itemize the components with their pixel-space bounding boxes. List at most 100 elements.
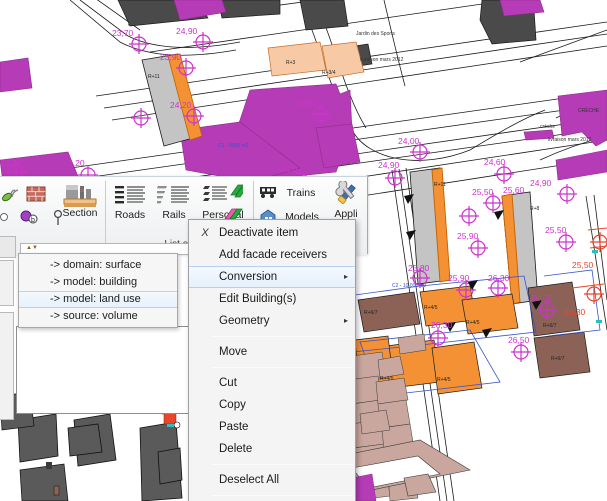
menu-separator <box>191 464 353 465</box>
menu-item-label: Move <box>219 346 248 358</box>
menu-item-deactivate-item[interactable]: X Deactivate item <box>189 222 355 244</box>
menu-item-label: Copy <box>219 399 246 411</box>
menu-item-label: Deactivate item <box>219 227 299 239</box>
sound-source-icon[interactable] <box>0 185 21 205</box>
building-tag: R+4/5 <box>424 305 438 311</box>
deactivate-x-icon: X <box>201 227 209 239</box>
elev-label: 25,90 <box>448 273 470 283</box>
section-button[interactable]: Section <box>57 183 103 219</box>
menu-item-edit-buildings[interactable]: Edit Building(s) <box>189 288 355 310</box>
elev-label: 25,60 <box>503 185 525 195</box>
elev-label: 24,20 <box>276 164 298 174</box>
menu-separator <box>191 367 353 368</box>
building-tag: R+3/4 <box>322 70 336 76</box>
map-note: C2 - 10 000 m2 <box>392 283 427 289</box>
chevron-right-icon: ▸ <box>343 316 348 325</box>
menu-item-label: Deselect All <box>219 474 280 486</box>
building-tag: R+4/5 <box>437 377 451 383</box>
left-white-panel <box>16 326 206 414</box>
building-tag: R+8 <box>530 206 540 212</box>
dropdown-item-label: -> model: land use <box>50 293 141 305</box>
object-type-dropdown[interactable]: -> domain: surface -> model: building ->… <box>18 253 178 328</box>
building-tag: R+4/5 <box>466 320 480 326</box>
map-note: livraison mars 2012 <box>360 57 404 63</box>
rails-button[interactable]: Rails <box>153 183 195 221</box>
map-note: livraison mars 2012 <box>548 137 592 143</box>
section-label: Section <box>62 207 98 219</box>
menu-item-cut[interactable]: Cut <box>189 372 355 394</box>
trains-label-wrap[interactable]: Trains <box>279 187 323 199</box>
dropdown-item-label: -> source: volume <box>50 310 138 322</box>
menu-item-delete[interactable]: Delete <box>189 438 355 460</box>
brick-wall-icon[interactable] <box>25 185 47 203</box>
elev-label-red: 26,30 <box>564 307 586 317</box>
dropdown-item-model-building[interactable]: -> model: building <box>19 274 177 291</box>
menu-item-label: Paste <box>219 421 249 433</box>
roads-label: Roads <box>114 209 146 221</box>
elev-label: 23,70 <box>112 28 134 38</box>
elev-label: 26,70 <box>531 293 553 303</box>
dropdown-item-label: -> domain: surface <box>50 259 142 271</box>
elev-label: 25,90 <box>457 231 479 241</box>
elev-label: 26,50 <box>508 335 530 345</box>
left-edge-frame-a <box>0 260 14 306</box>
menu-item-geometry[interactable]: Geometry ▸ <box>189 310 355 332</box>
elev-label: 3,20 <box>68 158 85 168</box>
dropdown-item-domain-surface[interactable]: -> domain: surface <box>19 257 177 274</box>
elev-label: 25,50 <box>472 187 494 197</box>
elev-label: 24,90 <box>530 178 552 188</box>
building-tag: R+4/5 <box>380 376 394 382</box>
appli-button[interactable]: Appli <box>325 181 367 220</box>
dropdown-item-label: -> model: building <box>50 276 138 288</box>
menu-item-add-facade-receivers[interactable]: Add facade receivers <box>189 244 355 266</box>
menu-item-label: Delete <box>219 443 253 455</box>
context-menu[interactable]: X Deactivate item Add facade receivers C… <box>188 219 356 501</box>
elev-label: 24,20 <box>170 100 192 110</box>
ribbon-separator-1 <box>105 181 106 243</box>
elev-label: 24,90 <box>176 26 198 36</box>
menu-item-label: Geometry <box>219 315 270 327</box>
elev-label: 24,60 <box>484 157 506 167</box>
map-note: crèche <box>540 124 555 130</box>
left-edge-frame-b <box>0 312 14 420</box>
dropdown-item-source-volume[interactable]: -> source: volume <box>19 308 177 325</box>
left-edge-frame-c <box>0 236 16 258</box>
menu-item-deselect-all[interactable]: Deselect All <box>189 469 355 491</box>
building-tag: R+6/7 <box>543 323 557 329</box>
elev-label: 25,80 <box>408 263 430 273</box>
list-field-arrow-icon: ▲▼ <box>26 245 38 251</box>
elev-label: 26,30 <box>488 273 510 283</box>
menu-item-label: Edit Building(s) <box>219 293 297 305</box>
menu-item-conversion[interactable]: Conversion ▸ <box>189 266 355 288</box>
svg-text:b: b <box>31 217 35 224</box>
menu-item-label: Cut <box>219 377 237 389</box>
trains-icon[interactable] <box>257 185 279 199</box>
map-note: CRÈCHE <box>578 107 600 114</box>
building-tag: R+11 <box>148 74 160 80</box>
building-tag: R+3 <box>286 60 296 66</box>
menu-separator <box>191 495 353 496</box>
dropdown-item-model-land-use[interactable]: -> model: land use <box>19 291 177 308</box>
menu-item-label: Add facade receivers <box>219 249 328 261</box>
menu-item-copy[interactable]: Copy <box>189 394 355 416</box>
trains-label: Trains <box>286 187 316 199</box>
elev-label-red: 25,50 <box>572 260 594 270</box>
elev-label: 34,20 <box>0 158 22 168</box>
elev-label: 24,00 <box>398 136 420 146</box>
elev-label: 24,90 <box>378 160 400 170</box>
point-source-icon[interactable]: b <box>17 209 43 225</box>
map-note: Jardin des Sports <box>356 31 395 37</box>
chevron-right-icon: ▸ <box>343 272 348 281</box>
elev-label: 26,30 <box>431 320 453 330</box>
menu-item-label: Conversion <box>219 271 278 283</box>
building-tag: R+11 <box>434 182 446 188</box>
menu-separator <box>191 336 353 337</box>
map-note: C1 - 5000 m2 <box>218 143 249 149</box>
menu-item-move[interactable]: Move <box>189 341 355 363</box>
elev-label: 24,60 <box>296 98 318 108</box>
roads-button[interactable]: Roads <box>109 183 151 221</box>
elev-label: 25,50 <box>545 225 567 235</box>
menu-item-paste[interactable]: Paste <box>189 416 355 438</box>
building-tag: R+6/7 <box>364 310 378 316</box>
building-tag: R+6/7 <box>551 356 565 362</box>
